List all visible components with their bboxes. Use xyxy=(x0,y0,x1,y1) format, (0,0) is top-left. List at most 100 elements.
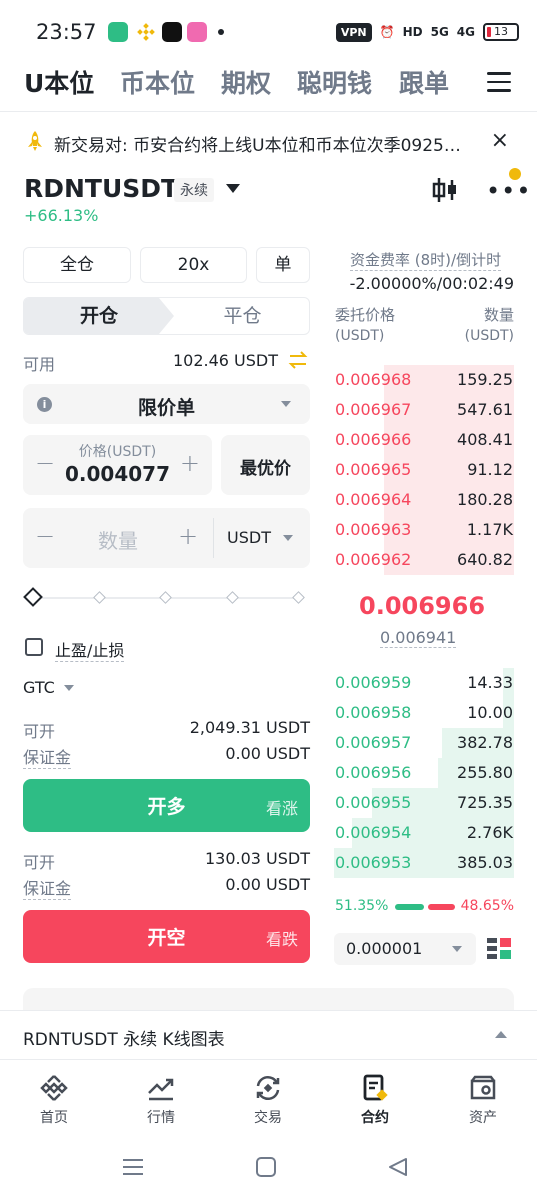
kline-chart-label: RDNTUSDT 永续 K线图表 xyxy=(23,1030,225,1050)
ask-row[interactable]: 0.006964 180.28 xyxy=(334,485,514,515)
more-options-icon[interactable]: ••• xyxy=(486,179,531,203)
available-label: 可用 xyxy=(23,355,56,374)
candlestick-chart-icon[interactable] xyxy=(432,176,458,204)
sell-ratio-bar xyxy=(428,904,455,910)
ask-quantity: 547.61 xyxy=(457,400,513,419)
bid-row[interactable]: 0.006959 14.33 xyxy=(334,668,514,698)
menu-icon[interactable] xyxy=(487,72,511,92)
available-value: 102.46 USDT xyxy=(172,351,278,370)
nav-trade[interactable]: 交易 xyxy=(228,1073,308,1127)
price-change: +66.13% xyxy=(24,206,99,225)
mark-price[interactable]: 0.006941 xyxy=(380,628,457,648)
tpsl-checkbox[interactable] xyxy=(25,638,43,656)
announcement-text: 新交易对: 币安合约将上线U本位和币本位次季0925… xyxy=(54,136,461,156)
symbol-dropdown-icon[interactable] xyxy=(226,184,240,193)
bid-quantity: 14.33 xyxy=(467,673,513,692)
tab-coin-margined[interactable]: 币本位 xyxy=(120,64,195,100)
funding-rate-label[interactable]: 资金费率 (8时)/倒计时 xyxy=(350,249,502,271)
ask-row[interactable]: 0.006963 1.17K xyxy=(334,515,514,545)
hd-icon: HD xyxy=(402,25,423,39)
tpsl-label[interactable]: 止盈/止损 xyxy=(55,637,125,662)
signal-4g-icon: 4G xyxy=(456,25,475,39)
buy-ratio-bar xyxy=(395,904,424,910)
nav-assets-label: 资产 xyxy=(469,1110,497,1126)
bid-quantity: 255.80 xyxy=(457,763,513,782)
nav-futures[interactable]: 合约 xyxy=(335,1073,415,1127)
tab-copy-trading[interactable]: 跟单 xyxy=(399,64,449,100)
bid-price: 0.006956 xyxy=(335,763,412,782)
nav-home[interactable]: 首页 xyxy=(14,1073,94,1127)
time-in-force-select[interactable]: GTC xyxy=(23,678,55,697)
bid-row[interactable]: 0.006954 2.76K xyxy=(334,818,514,848)
ask-row[interactable]: 0.006966 408.41 xyxy=(334,425,514,455)
bid-row[interactable]: 0.006953 385.03 xyxy=(334,848,514,878)
slider-step-75[interactable] xyxy=(226,591,239,604)
ask-row[interactable]: 0.006968 159.25 xyxy=(334,365,514,395)
recent-apps-icon[interactable] xyxy=(122,1157,144,1177)
short-margin-label: 保证金 xyxy=(23,875,72,900)
tab-options[interactable]: 期权 xyxy=(221,64,271,100)
ask-price: 0.006964 xyxy=(335,490,412,509)
back-icon[interactable] xyxy=(387,1156,409,1178)
bid-row[interactable]: 0.006958 10.00 xyxy=(334,698,514,728)
kline-chart-bar[interactable]: RDNTUSDT 永续 K线图表 xyxy=(0,1010,537,1060)
open-short-button[interactable]: 开空 看跌 xyxy=(23,910,310,963)
bid-price: 0.006955 xyxy=(335,793,412,812)
signal-5g-icon: 5G xyxy=(430,25,449,39)
bid-row[interactable]: 0.006956 255.80 xyxy=(334,758,514,788)
chevron-down-icon[interactable] xyxy=(64,685,74,691)
trade-exchange-icon xyxy=(256,1076,280,1100)
bid-price: 0.006953 xyxy=(335,853,412,872)
bottom-navigation: 首页 行情 交易 合约 资产 xyxy=(0,1061,537,1141)
ask-quantity: 180.28 xyxy=(457,490,513,509)
open-long-button[interactable]: 开多 看涨 xyxy=(23,779,310,832)
order-type-select[interactable]: i 限价单 xyxy=(23,384,310,424)
ask-price: 0.006966 xyxy=(335,430,412,449)
announcement-bar[interactable]: 新交易对: 币安合约将上线U本位和币本位次季0925… × xyxy=(0,122,537,162)
ask-row[interactable]: 0.006965 91.12 xyxy=(334,455,514,485)
ask-quantity: 91.12 xyxy=(467,460,513,479)
quantity-unit-select[interactable]: USDT xyxy=(227,528,271,547)
binance-notification-icon xyxy=(136,22,156,42)
tab-open-position[interactable]: 开仓 xyxy=(24,298,174,334)
best-price-button[interactable]: 最优价 xyxy=(221,435,310,495)
last-price[interactable]: 0.006966 xyxy=(359,592,485,620)
quantity-input[interactable]: − 数量 + USDT xyxy=(23,508,310,568)
slider-step-100[interactable] xyxy=(292,591,305,604)
transfer-icon[interactable] xyxy=(287,350,309,370)
margin-mode-button[interactable]: 全仓 xyxy=(23,247,131,283)
ask-row[interactable]: 0.006962 640.82 xyxy=(334,545,514,575)
ask-row[interactable]: 0.006967 547.61 xyxy=(334,395,514,425)
nav-futures-label: 合约 xyxy=(361,1110,389,1126)
plus-icon[interactable]: + xyxy=(180,449,200,477)
camera-notification-icon xyxy=(187,22,207,42)
leverage-button[interactable]: 20x xyxy=(140,247,247,283)
price-input[interactable]: − 价格(USDT) 0.004077 + xyxy=(23,435,212,495)
market-tabs: U本位 币本位 期权 聪明钱 跟单 xyxy=(0,60,537,112)
orderbook-layout-icon[interactable] xyxy=(487,938,511,960)
tab-smart-money[interactable]: 聪明钱 xyxy=(297,64,372,100)
slider-step-50[interactable] xyxy=(159,591,172,604)
position-mode-button[interactable]: 单 xyxy=(256,247,310,283)
bid-row[interactable]: 0.006955 725.35 xyxy=(334,788,514,818)
slider-handle[interactable] xyxy=(23,587,43,607)
tab-close-position[interactable]: 平仓 xyxy=(174,298,309,334)
orderbook-price-header: 委托价格 xyxy=(335,306,396,324)
orderbook-qty-header: 数量 xyxy=(483,306,514,324)
symbol-name[interactable]: RDNTUSDT xyxy=(24,174,178,203)
ask-price: 0.006965 xyxy=(335,460,412,479)
bid-row[interactable]: 0.006957 382.78 xyxy=(334,728,514,758)
plus-icon[interactable]: + xyxy=(178,522,198,550)
slider-step-25[interactable] xyxy=(93,591,106,604)
close-icon[interactable]: × xyxy=(491,128,509,153)
long-max-open-label: 可开 xyxy=(23,722,56,741)
home-icon[interactable] xyxy=(255,1156,277,1178)
tab-usdt-margined[interactable]: U本位 xyxy=(24,64,94,100)
sell-ratio: 48.65% xyxy=(460,898,514,914)
chevron-down-icon xyxy=(281,401,291,407)
precision-select[interactable]: 0.000001 xyxy=(334,933,476,965)
short-margin-value: 0.00 USDT xyxy=(225,875,310,894)
bid-quantity: 385.03 xyxy=(457,853,513,872)
nav-markets[interactable]: 行情 xyxy=(121,1073,201,1127)
nav-assets[interactable]: 资产 xyxy=(443,1073,523,1127)
